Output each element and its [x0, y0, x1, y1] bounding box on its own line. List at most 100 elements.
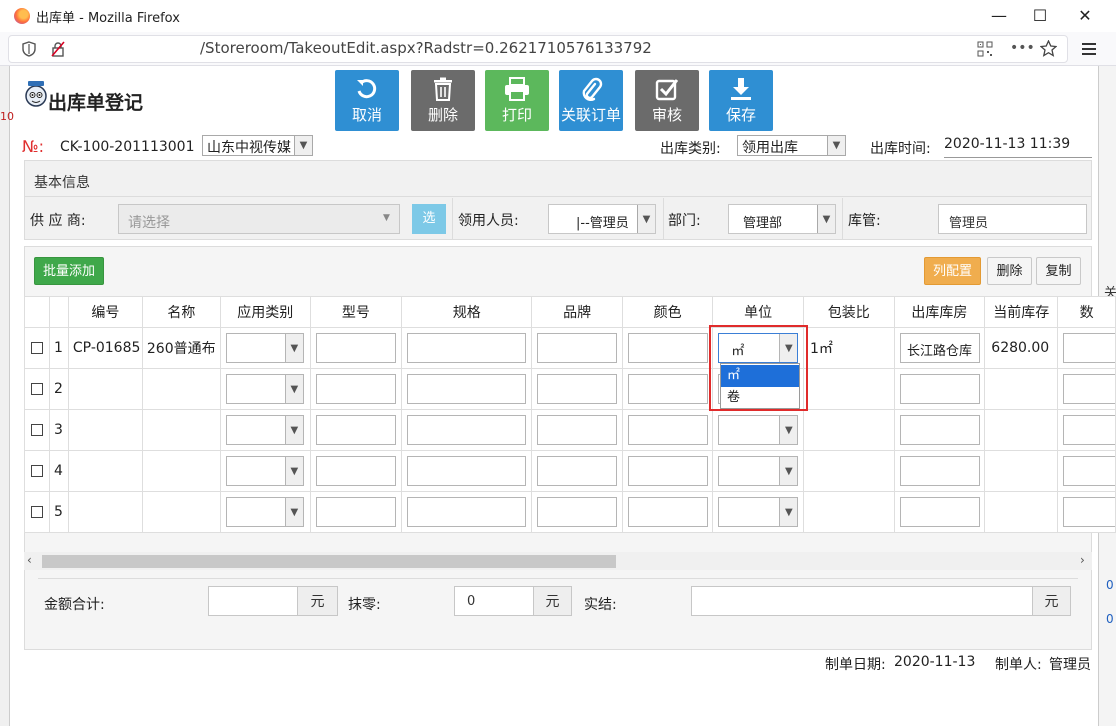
color-cell[interactable] — [621, 450, 714, 492]
recipient-select[interactable]: |--管理员 ▼ — [548, 204, 656, 234]
quantity-input[interactable] — [1063, 456, 1115, 486]
delete-row-button[interactable]: 删除 — [987, 257, 1032, 285]
star-icon[interactable] — [1040, 40, 1057, 57]
category-cell[interactable]: ▼ — [219, 409, 311, 451]
storeroom-input[interactable]: 长江路仓库 — [899, 333, 980, 363]
insecure-lock-icon[interactable] — [50, 41, 66, 57]
spec-input[interactable] — [407, 333, 527, 363]
unit-cell[interactable]: ▼ — [712, 491, 804, 533]
scrollbar-thumb[interactable] — [42, 555, 616, 568]
model-cell[interactable] — [309, 327, 403, 369]
spec-cell[interactable] — [401, 491, 533, 533]
storeroom-cell[interactable]: 长江路仓库 — [893, 327, 986, 369]
quantity-cell[interactable] — [1057, 409, 1116, 451]
shield-icon[interactable] — [22, 41, 36, 57]
select-supplier-button[interactable]: 选 — [412, 204, 446, 234]
quantity-input[interactable] — [1063, 497, 1115, 527]
amount-input[interactable] — [208, 586, 298, 616]
category-select[interactable]: ▼ — [225, 374, 304, 404]
color-cell[interactable] — [621, 368, 714, 410]
keeper-input[interactable]: 管理员 — [938, 204, 1087, 234]
cancel-button[interactable]: 取消 — [335, 70, 399, 131]
column-header[interactable]: 型号 — [309, 296, 403, 328]
url-text[interactable]: /Storeroom/TakeoutEdit.aspx?Radstr=0.262… — [200, 39, 652, 57]
model-input[interactable] — [315, 497, 396, 527]
minimize-button[interactable]: — — [976, 0, 1022, 30]
quantity-cell[interactable] — [1057, 450, 1116, 492]
model-input[interactable] — [315, 456, 396, 486]
model-cell[interactable] — [309, 450, 403, 492]
spec-cell[interactable] — [401, 409, 533, 451]
model-input[interactable] — [315, 333, 396, 363]
category-select[interactable]: ▼ — [225, 333, 304, 363]
quantity-input[interactable] — [1063, 374, 1115, 404]
maximize-button[interactable]: ☐ — [1017, 0, 1063, 30]
column-header[interactable]: 出库库房 — [893, 296, 986, 328]
type-select[interactable]: 领用出库 ▼ — [737, 135, 846, 156]
storeroom-cell[interactable] — [893, 368, 986, 410]
hamburger-icon[interactable] — [1082, 42, 1096, 56]
brand-cell[interactable] — [531, 409, 623, 451]
qr-code-icon[interactable] — [977, 41, 993, 57]
company-select[interactable]: 山东中视传媒 ▼ — [202, 135, 313, 156]
dept-select[interactable]: 管理部 ▼ — [728, 204, 836, 234]
storeroom-input[interactable] — [899, 374, 980, 404]
column-header[interactable]: 包装比 — [802, 296, 895, 328]
checkbox-cell[interactable] — [24, 327, 50, 369]
brand-input[interactable] — [537, 456, 618, 486]
color-cell[interactable] — [621, 491, 714, 533]
unit-select[interactable]: ▼ — [718, 415, 799, 445]
category-select[interactable]: ▼ — [225, 497, 304, 527]
column-header[interactable]: 品牌 — [531, 296, 623, 328]
column-config-button[interactable]: 列配置 — [924, 257, 981, 285]
category-cell[interactable]: ▼ — [219, 491, 311, 533]
column-header[interactable]: 规格 — [401, 296, 533, 328]
rounding-input[interactable]: 0 — [454, 586, 534, 616]
model-cell[interactable] — [309, 409, 403, 451]
copy-row-button[interactable]: 复制 — [1036, 257, 1081, 285]
delete-button[interactable]: 删除 — [411, 70, 475, 131]
unit-option[interactable]: ㎡ — [721, 365, 799, 387]
column-header[interactable]: 当前库存 — [984, 296, 1059, 328]
storeroom-input[interactable] — [899, 497, 980, 527]
storeroom-cell[interactable] — [893, 409, 986, 451]
unit-select[interactable]: ▼ — [718, 456, 799, 486]
spec-input[interactable] — [407, 415, 527, 445]
color-cell[interactable] — [621, 409, 714, 451]
row-checkbox[interactable] — [31, 342, 43, 354]
column-header[interactable]: 数 — [1057, 296, 1116, 328]
settle-input[interactable] — [691, 586, 1033, 616]
model-input[interactable] — [315, 374, 396, 404]
row-checkbox[interactable] — [31, 506, 43, 518]
supplier-select[interactable]: 请选择 ▼ — [118, 204, 400, 234]
brand-input[interactable] — [537, 497, 618, 527]
column-header[interactable]: 名称 — [141, 296, 221, 328]
quantity-cell[interactable] — [1057, 368, 1116, 410]
quantity-cell[interactable] — [1057, 327, 1116, 369]
color-input[interactable] — [627, 497, 708, 527]
brand-input[interactable] — [537, 333, 618, 363]
storeroom-cell[interactable] — [893, 491, 986, 533]
storeroom-input[interactable] — [899, 415, 980, 445]
column-header[interactable]: 编号 — [67, 296, 143, 328]
color-input[interactable] — [627, 333, 708, 363]
scroll-left-icon[interactable]: ‹ — [27, 553, 32, 567]
scroll-right-icon[interactable]: › — [1080, 553, 1085, 567]
color-input[interactable] — [627, 415, 708, 445]
category-cell[interactable]: ▼ — [219, 327, 311, 369]
checkbox-cell[interactable] — [24, 409, 50, 451]
category-select[interactable]: ▼ — [225, 456, 304, 486]
quantity-cell[interactable] — [1057, 491, 1116, 533]
color-input[interactable] — [627, 456, 708, 486]
save-button[interactable]: 保存 — [709, 70, 773, 131]
column-header[interactable]: 颜色 — [621, 296, 714, 328]
storeroom-cell[interactable] — [893, 450, 986, 492]
brand-cell[interactable] — [531, 450, 623, 492]
quantity-input[interactable] — [1063, 415, 1115, 445]
unit-dropdown-list[interactable]: ㎡ 卷 — [720, 363, 800, 409]
category-cell[interactable]: ▼ — [219, 450, 311, 492]
unit-cell[interactable]: ▼ — [712, 450, 804, 492]
brand-cell[interactable] — [531, 327, 623, 369]
print-button[interactable]: 打印 — [485, 70, 549, 131]
unit-option[interactable]: 卷 — [721, 387, 799, 409]
